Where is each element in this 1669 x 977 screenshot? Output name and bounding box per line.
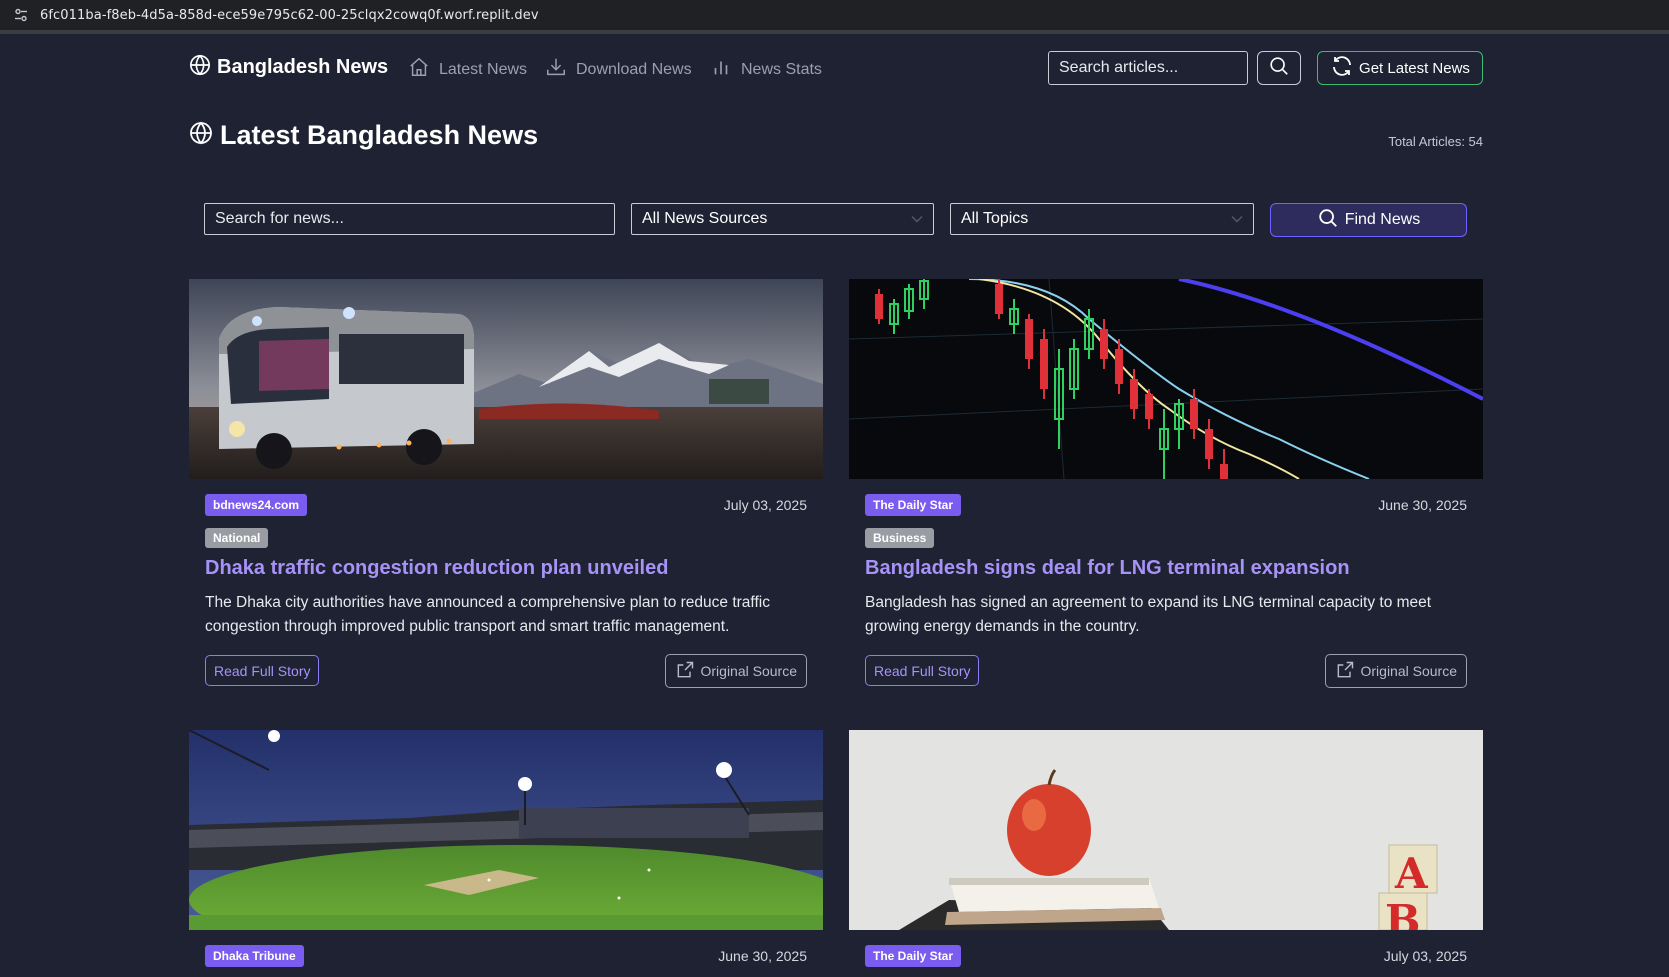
search-icon <box>1317 207 1339 234</box>
find-news-button[interactable]: Find News <box>1270 203 1467 237</box>
topic-select[interactable]: All Topics <box>950 203 1254 235</box>
news-card: bdnews24.com July 03, 2025 National Dhak… <box>189 279 823 689</box>
news-search-input[interactable] <box>204 203 615 235</box>
bar-chart-icon <box>710 56 732 83</box>
nav-download-news-label: Download News <box>576 60 692 78</box>
site-settings-icon[interactable] <box>11 5 31 25</box>
get-latest-news-label: Get Latest News <box>1359 59 1470 77</box>
brand-link[interactable]: Bangladesh News <box>189 54 388 81</box>
page-title-text: Latest Bangladesh News <box>220 120 539 150</box>
nav-search-button[interactable] <box>1257 51 1301 85</box>
original-source-label: Original Source <box>700 663 798 679</box>
browser-url[interactable]: 6fc011ba-f8eb-4d5a-858d-ece59e795c62-00-… <box>40 8 539 23</box>
read-full-story-button[interactable]: Read Full Story <box>865 655 980 686</box>
news-source-selected: All News Sources <box>642 210 768 227</box>
nav-latest-news-label: Latest News <box>439 60 528 78</box>
top-navbar: Bangladesh News Latest News Download New… <box>0 38 1669 100</box>
article-date: July 03, 2025 <box>1383 948 1467 964</box>
read-full-story-button[interactable]: Read Full Story <box>205 655 320 686</box>
search-icon <box>1268 55 1290 82</box>
home-icon <box>408 56 430 83</box>
article-date: June 30, 2025 <box>718 948 807 964</box>
article-image[interactable] <box>189 279 823 479</box>
chevron-down-icon <box>911 210 923 228</box>
source-badge: The Daily Star <box>865 494 962 516</box>
news-card: Dhaka Tribune June 30, 2025 <box>189 730 823 977</box>
nav-latest-news[interactable]: Latest News <box>408 56 527 83</box>
news-card: A B The Daily Star July 03, 2025 <box>849 730 1483 977</box>
article-date: June 30, 2025 <box>1378 497 1467 513</box>
external-link-icon <box>675 660 695 683</box>
article-image[interactable] <box>189 730 823 930</box>
source-badge: bdnews24.com <box>205 494 308 516</box>
topic-badge: National <box>205 528 269 548</box>
browser-url-bar: 6fc011ba-f8eb-4d5a-858d-ece59e795c62-00-… <box>0 0 1669 34</box>
article-date: July 03, 2025 <box>723 497 807 513</box>
news-source-select[interactable]: All News Sources <box>631 203 934 235</box>
article-image[interactable]: A B <box>849 730 1483 930</box>
source-badge: Dhaka Tribune <box>205 945 304 967</box>
topic-selected: All Topics <box>961 210 1029 227</box>
source-badge: The Daily Star <box>865 945 962 967</box>
article-summary: The Dhaka city authorities have announce… <box>205 594 770 635</box>
original-source-button[interactable]: Original Source <box>664 654 807 688</box>
external-link-icon <box>1335 660 1355 683</box>
original-source-button[interactable]: Original Source <box>1324 654 1467 688</box>
topic-badge: Business <box>865 528 935 548</box>
article-summary: Bangladesh has signed an agreement to ex… <box>865 594 1432 635</box>
news-card: The Daily Star June 30, 2025 Business Ba… <box>849 279 1483 689</box>
find-news-label: Find News <box>1344 211 1421 228</box>
globe-icon <box>189 121 213 150</box>
svg-text:B: B <box>1385 896 1421 930</box>
nav-news-stats-label: News Stats <box>741 60 822 78</box>
globe-icon <box>189 54 211 81</box>
article-title[interactable]: Dhaka traffic congestion reduction plan … <box>205 557 668 580</box>
page-title: Latest Bangladesh News <box>189 120 538 151</box>
brand-name: Bangladesh News <box>217 56 389 78</box>
total-articles-count: Total Articles: 54 <box>1388 134 1483 149</box>
svg-text:A: A <box>1394 849 1429 898</box>
article-title[interactable]: Bangladesh signs deal for LNG terminal e… <box>865 557 1350 580</box>
nav-search-input[interactable] <box>1048 51 1248 85</box>
refresh-icon <box>1330 54 1354 82</box>
original-source-label: Original Source <box>1360 663 1458 679</box>
nav-download-news[interactable]: Download News <box>545 56 692 83</box>
chevron-down-icon <box>1231 210 1243 228</box>
nav-news-stats[interactable]: News Stats <box>710 56 822 83</box>
get-latest-news-button[interactable]: Get Latest News <box>1317 51 1483 85</box>
article-image[interactable] <box>849 279 1483 479</box>
download-icon <box>545 56 567 83</box>
